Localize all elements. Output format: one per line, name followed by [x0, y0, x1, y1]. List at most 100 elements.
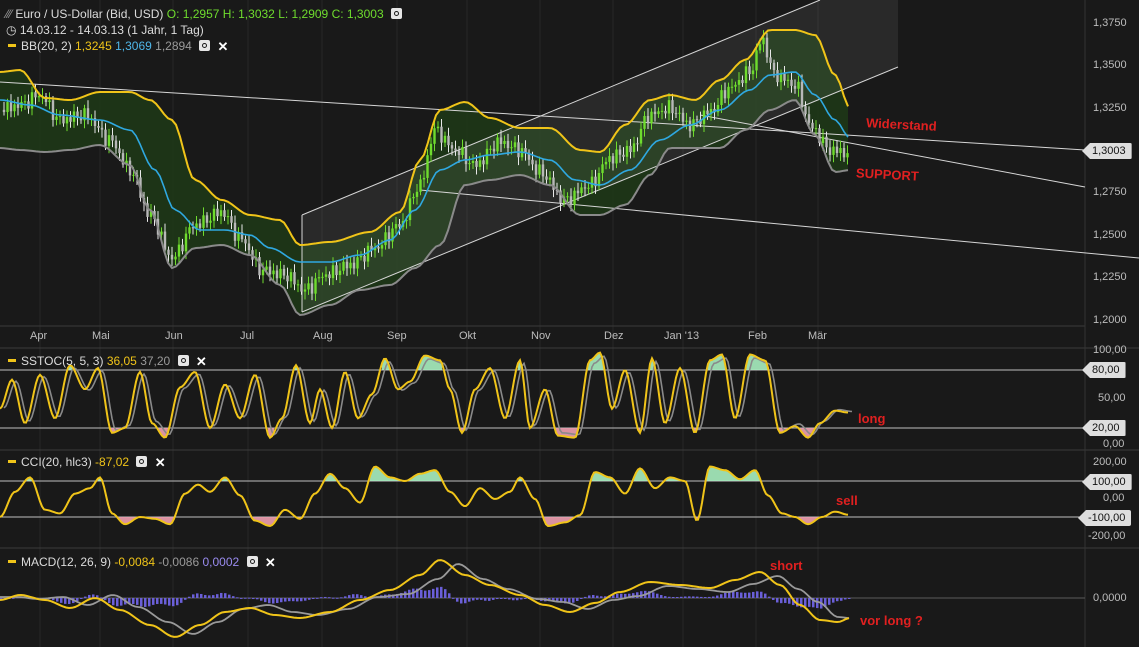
cci-label: CCI(20, hlc3) [21, 455, 92, 469]
candle-body [625, 145, 629, 157]
macd-histogram-bar [652, 592, 655, 598]
macd-histogram-bar [152, 598, 155, 605]
candle-body [765, 37, 769, 58]
candle-body [720, 90, 723, 106]
candle-body [580, 187, 583, 194]
macd-histogram-bar [60, 598, 63, 603]
candle-body [436, 126, 440, 129]
candle-body [128, 160, 132, 176]
candle-body [422, 177, 426, 180]
candle-body [342, 261, 345, 271]
settings-icon[interactable] [390, 8, 402, 19]
macd-histogram-bar [844, 598, 847, 600]
candle-body [667, 100, 671, 114]
sell-annotation: sell [836, 493, 858, 508]
macd-histogram-bar [288, 598, 291, 602]
candle-body [573, 190, 576, 205]
macd-histogram-bar [220, 592, 223, 598]
macd-histogram-bar [736, 591, 739, 598]
macd-histogram-bar [364, 596, 367, 598]
candle-body [664, 110, 667, 114]
macd-color-swatch [8, 560, 16, 563]
macd-histogram-bar [704, 597, 707, 599]
pre-long-annotation: vor long ? [860, 613, 923, 628]
bb-settings-icon[interactable] [199, 40, 211, 51]
macd-histogram-bar [808, 598, 811, 607]
macd-histogram-bar [144, 598, 147, 607]
candle-body [335, 265, 338, 276]
candle-body [300, 284, 303, 292]
macd-histogram-bar [204, 595, 207, 598]
macd-histogram-bar [332, 597, 335, 599]
macd-close-icon[interactable]: ✕ [265, 556, 276, 569]
macd-histogram-bar [836, 598, 839, 602]
macd-histogram-bar [192, 594, 195, 598]
candle-body [86, 108, 90, 120]
macd-histogram-bar [428, 590, 431, 598]
macd-histogram-bar [252, 598, 255, 599]
sstoc-close-icon[interactable]: ✕ [196, 355, 207, 368]
macd-settings-icon[interactable] [246, 556, 258, 567]
chart-canvas [0, 0, 1139, 647]
candle-body [734, 84, 737, 87]
macd-histogram-bar [596, 595, 599, 598]
cci-tick: -200,00 [1088, 530, 1126, 542]
cci-settings-icon[interactable] [136, 456, 148, 467]
macd-histogram-bar [336, 597, 339, 599]
candle-body [464, 147, 468, 165]
macd-histogram-bar [228, 594, 231, 598]
main-header: ⁄⁄⁄ Euro / US-Dollar (Bid, USD) O: 1,295… [6, 7, 402, 21]
candle-body [426, 155, 429, 178]
macd-histogram-bar [156, 598, 159, 605]
sstoc-color-swatch [8, 359, 16, 362]
candle-body [751, 70, 755, 75]
candle-body [443, 135, 447, 143]
low-value: L: 1,2909 [278, 7, 329, 21]
macd-histogram-bar [112, 598, 115, 606]
candle-body [800, 81, 804, 107]
lower-trendline [419, 189, 1139, 259]
macd-histogram-bar [264, 598, 267, 603]
macd-histogram-bar [244, 597, 247, 599]
candle-body [16, 104, 20, 108]
price-tick: 1,3500 [1093, 59, 1127, 71]
candle-body [363, 255, 366, 262]
bb-close-icon[interactable]: ✕ [218, 40, 229, 53]
candle-body [832, 146, 835, 155]
macd-histogram-bar [620, 593, 623, 598]
macd-histogram-bar [676, 596, 679, 598]
candle-body [23, 101, 27, 103]
cci-tick-tag: 100,00 [1082, 474, 1132, 490]
candle-body [583, 187, 587, 189]
candle-body [636, 143, 639, 145]
macd-histogram-bar [260, 598, 263, 601]
cci-close-icon[interactable]: ✕ [155, 456, 166, 469]
macd-histogram-bar [64, 598, 67, 604]
macd-histogram-bar [616, 593, 619, 598]
macd-histogram-bar [772, 598, 775, 600]
chart-type-icon[interactable]: ⁄⁄⁄ [6, 7, 12, 21]
candle-body [650, 111, 653, 124]
macd-histogram-bar [212, 595, 215, 598]
macd-histogram-bar [180, 598, 183, 603]
candle-body [328, 274, 331, 279]
macd-histogram-bar [588, 595, 591, 598]
candle-body [744, 66, 748, 84]
candle-body [447, 135, 450, 146]
month-label: Jul [240, 330, 255, 342]
macd-histogram-bar [172, 598, 175, 607]
candle-body [657, 111, 660, 115]
candle-body [629, 145, 632, 153]
candle-body [646, 115, 650, 124]
candle-body [377, 247, 380, 249]
candle-body [538, 164, 541, 175]
candle-body [772, 62, 776, 71]
macd-histogram-bar [512, 598, 515, 601]
macd-histogram-bar [108, 598, 111, 603]
macd-histogram-bar [328, 597, 331, 599]
macd-histogram-bar [636, 592, 639, 598]
bb-label: BB(20, 2) [21, 39, 72, 53]
candle-body [821, 136, 825, 144]
candle-body [356, 257, 359, 269]
sstoc-settings-icon[interactable] [177, 355, 189, 366]
